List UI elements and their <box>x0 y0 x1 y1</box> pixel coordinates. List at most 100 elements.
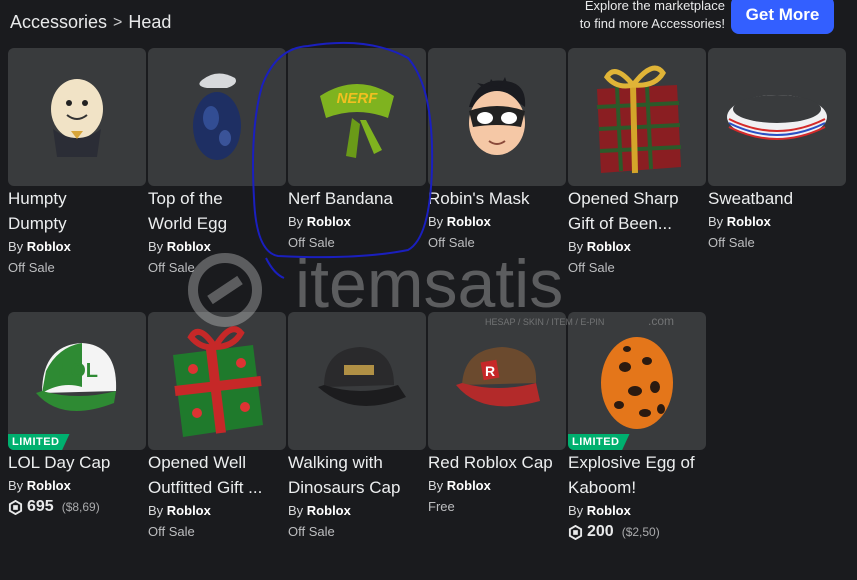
item-creator: By Roblox <box>288 213 426 231</box>
item-name[interactable]: Explosive Egg of Kaboom! <box>568 450 706 500</box>
item-card-nerf-bandana[interactable]: NERF Nerf Bandana By Roblox Off Sale <box>288 48 426 252</box>
creator-by: By <box>568 503 584 518</box>
sweatband-icon <box>727 95 827 140</box>
item-name-line-2: Dumpty <box>8 214 67 233</box>
item-name-line-2: Gift of Been... <box>568 214 672 233</box>
item-name[interactable]: Sweatband <box>708 186 846 211</box>
item-name-line-1: Red Roblox Cap <box>428 453 553 472</box>
item-name-line-1: Sweatband <box>708 189 794 208</box>
item-card-explosive-egg-of-kaboom[interactable]: LIMITED Explosive Egg of Kaboom! By Robl… <box>568 312 706 541</box>
get-more-button[interactable]: Get More <box>731 0 834 34</box>
item-creator: By Roblox <box>568 502 706 520</box>
item-price: 200 ($2,50) <box>568 523 706 541</box>
item-card-lol-day-cap[interactable]: LOL LIMITED LOL Day Cap By Roblox 695 ($… <box>8 312 146 516</box>
item-status: Off Sale <box>288 524 335 539</box>
egg-icon <box>601 337 673 429</box>
item-creator: By Roblox <box>8 238 146 256</box>
creator-by: By <box>708 214 724 229</box>
item-thumbnail[interactable] <box>288 312 426 450</box>
item-name[interactable]: Walking with Dinosaurs Cap <box>288 450 426 500</box>
item-card-robins-mask[interactable]: Robin's Mask By Roblox Off Sale <box>428 48 566 252</box>
item-name-line-2: Outfitted Gift ... <box>148 478 263 497</box>
creator-link[interactable]: Roblox <box>727 214 771 229</box>
item-thumbnail[interactable] <box>8 48 146 186</box>
item-name-line-1: Nerf Bandana <box>288 189 393 208</box>
promo-line-1: Explore the marketplace <box>584 0 725 13</box>
item-name[interactable]: Humpty Dumpty <box>8 186 146 236</box>
limited-badge: LIMITED <box>568 434 630 450</box>
creator-by: By <box>148 239 164 254</box>
bandana-logo-text: NERF <box>337 90 379 107</box>
item-creator: By Roblox <box>148 502 286 520</box>
creator-link[interactable]: Roblox <box>587 503 631 518</box>
creator-by: By <box>288 503 304 518</box>
price-usd: ($2,50) <box>621 525 660 539</box>
item-name-line-1: Explosive Egg of <box>568 453 695 472</box>
item-card-top-of-the-world-egg[interactable]: Top of the World Egg By Roblox Off Sale <box>148 48 286 277</box>
promo-text: Explore the marketplace to find more Acc… <box>525 0 725 33</box>
gift-icon <box>173 325 263 437</box>
item-status: Off Sale <box>428 235 475 250</box>
chevron-right-icon: > <box>113 13 123 31</box>
cap-icon: LOL <box>36 343 117 411</box>
creator-link[interactable]: Roblox <box>587 239 631 254</box>
creator-link[interactable]: Roblox <box>167 239 211 254</box>
item-thumbnail[interactable]: R <box>428 312 566 450</box>
item-thumbnail[interactable] <box>148 48 286 186</box>
item-creator: By Roblox <box>708 213 846 231</box>
creator-link[interactable]: Roblox <box>307 214 351 229</box>
humpty-dumpty-icon <box>51 79 103 157</box>
item-thumbnail[interactable] <box>148 312 286 450</box>
egg-icon <box>193 73 241 160</box>
creator-link[interactable]: Roblox <box>447 214 491 229</box>
item-status: Off Sale <box>148 524 195 539</box>
item-name[interactable]: Red Roblox Cap <box>428 450 566 475</box>
promo-line-2: to find more Accessories! <box>579 16 725 31</box>
bandana-icon: NERF <box>320 84 394 158</box>
creator-by: By <box>428 478 444 493</box>
robux-icon <box>8 499 23 515</box>
item-name[interactable]: Opened Well Outfitted Gift ... <box>148 450 286 500</box>
cap-icon: R <box>456 347 540 407</box>
item-thumbnail[interactable]: LOL LIMITED <box>8 312 146 450</box>
price-robux: 200 <box>587 523 614 540</box>
item-thumbnail[interactable] <box>708 48 846 186</box>
item-name[interactable]: LOL Day Cap <box>8 450 146 475</box>
item-thumbnail[interactable]: LIMITED <box>568 312 706 450</box>
item-name-line-1: Robin's Mask <box>428 189 530 208</box>
item-status: Off Sale <box>288 235 335 250</box>
limited-badge: LIMITED <box>8 434 70 450</box>
item-name[interactable]: Top of the World Egg <box>148 186 286 236</box>
creator-link[interactable]: Roblox <box>27 478 71 493</box>
price-robux: 695 <box>27 498 54 515</box>
breadcrumb-current: Head <box>128 12 172 32</box>
breadcrumb-accessories-link[interactable]: Accessories <box>10 12 107 33</box>
creator-link[interactable]: Roblox <box>307 503 351 518</box>
item-status: Off Sale <box>708 235 755 250</box>
item-creator: By Roblox <box>428 477 566 495</box>
item-thumbnail[interactable]: NERF <box>288 48 426 186</box>
item-card-opened-well-outfitted-gift[interactable]: Opened Well Outfitted Gift ... By Roblox… <box>148 312 286 541</box>
item-card-opened-sharp-gift[interactable]: Opened Sharp Gift of Been... By Roblox O… <box>568 48 706 277</box>
item-name[interactable]: Robin's Mask <box>428 186 566 211</box>
item-status: Off Sale <box>568 260 615 275</box>
creator-link[interactable]: Roblox <box>27 239 71 254</box>
item-name-line-2: Dinosaurs Cap <box>288 478 401 497</box>
item-name[interactable]: Opened Sharp Gift of Been... <box>568 186 706 236</box>
item-name-line-1: Top of the <box>148 189 223 208</box>
creator-link[interactable]: Roblox <box>447 478 491 493</box>
item-name[interactable]: Nerf Bandana <box>288 186 426 211</box>
item-card-humpty-dumpty[interactable]: Humpty Dumpty By Roblox Off Sale <box>8 48 146 277</box>
item-card-red-roblox-cap[interactable]: R Red Roblox Cap By Roblox Free <box>428 312 566 516</box>
item-thumbnail[interactable] <box>568 48 706 186</box>
creator-link[interactable]: Roblox <box>167 503 211 518</box>
watermark-text: itemsatis <box>295 246 563 322</box>
item-name-line-1: Humpty <box>8 189 67 208</box>
item-thumbnail[interactable] <box>428 48 566 186</box>
item-name-line-1: Opened Well <box>148 453 246 472</box>
item-card-walking-with-dinosaurs-cap[interactable]: Walking with Dinosaurs Cap By Roblox Off… <box>288 312 426 541</box>
item-name-line-1: Opened Sharp <box>568 189 679 208</box>
item-card-sweatband[interactable]: Sweatband By Roblox Off Sale <box>708 48 846 252</box>
creator-by: By <box>8 478 24 493</box>
item-name-line-2: World Egg <box>148 214 228 233</box>
